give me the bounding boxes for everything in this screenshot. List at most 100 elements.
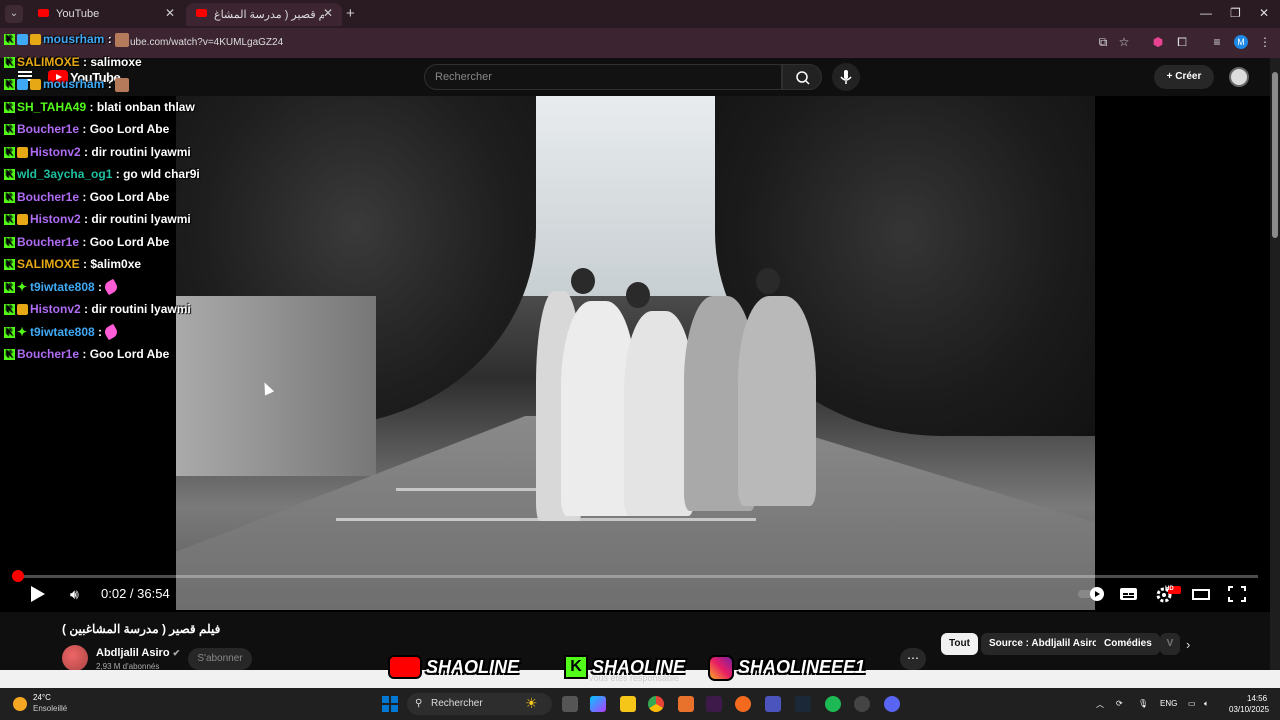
chat-username[interactable]: Histonv2 xyxy=(30,212,81,226)
play-icon[interactable] xyxy=(31,586,45,602)
subscriber-badge-icon xyxy=(17,146,28,158)
sync-icon[interactable]: ⟳ xyxy=(1116,699,1123,708)
chat-separator: : xyxy=(79,54,91,69)
speaker-icon[interactable]: 🔈︎ xyxy=(1204,699,1209,709)
chat-separator: : xyxy=(86,99,97,114)
close-tab-icon[interactable]: ✕ xyxy=(165,6,175,20)
video-frame[interactable] xyxy=(176,96,1095,610)
file-explorer-icon[interactable] xyxy=(620,696,636,712)
new-tab-icon[interactable]: + xyxy=(346,5,355,22)
chat-text: Goo Lord Abe xyxy=(89,234,170,249)
fullscreen-icon[interactable] xyxy=(1228,586,1248,602)
minimize-icon[interactable]: — xyxy=(1200,6,1212,20)
instagram-handle: SHAOLINEEE1 xyxy=(738,657,866,677)
create-button[interactable]: + Créer xyxy=(1154,65,1214,89)
task-view-icon[interactable] xyxy=(562,696,578,712)
chat-username[interactable]: Boucher1e xyxy=(17,122,79,136)
chat-username[interactable]: Boucher1e xyxy=(17,190,79,204)
close-tab-icon[interactable]: ✕ xyxy=(323,6,333,20)
app-hub-icon[interactable] xyxy=(854,696,870,712)
chat-username[interactable]: Histonv2 xyxy=(30,145,81,159)
discord-icon[interactable] xyxy=(884,696,900,712)
chat-emote-icon xyxy=(115,32,130,47)
sun-weather-icon[interactable] xyxy=(13,697,27,711)
browser-profile-avatar[interactable]: M xyxy=(1234,35,1248,49)
verified-check-icon: ✔ xyxy=(172,648,181,658)
chrome-icon[interactable] xyxy=(648,696,664,712)
chip-next[interactable]: V xyxy=(1160,633,1180,655)
restore-icon[interactable]: ❐ xyxy=(1230,6,1241,20)
tab-search-icon[interactable]: ⌄ xyxy=(5,5,23,23)
chat-username[interactable]: mousrham xyxy=(43,32,104,46)
voice-search-button[interactable] xyxy=(832,63,860,91)
search-input[interactable]: Rechercher xyxy=(424,64,782,90)
chat-username[interactable]: SALIMOXE xyxy=(17,257,80,271)
autoplay-toggle-icon[interactable] xyxy=(1078,586,1104,602)
chat-username[interactable]: wld_3aycha_og1 xyxy=(17,167,112,181)
spotify-icon[interactable] xyxy=(825,696,841,712)
app-v-icon[interactable] xyxy=(706,696,722,712)
browser-menu-icon[interactable]: ⋮ xyxy=(1258,35,1272,49)
chat-username[interactable]: SALIMOXE xyxy=(17,55,80,69)
scrollbar-thumb[interactable] xyxy=(1272,72,1278,238)
app-a-icon[interactable] xyxy=(678,696,694,712)
channel-avatar[interactable] xyxy=(62,645,88,671)
kick-badge-icon: K xyxy=(4,326,15,338)
chat-separator: : xyxy=(80,302,92,316)
chat-username[interactable]: t9iwtate808 xyxy=(30,280,95,294)
chip-comedies[interactable]: Comédies xyxy=(1096,633,1160,655)
clock-time[interactable]: 14:56 xyxy=(1247,694,1267,703)
channel-name[interactable]: Abdljalil Asiro ✔ xyxy=(96,647,180,659)
chip-source[interactable]: Source : Abdljalil Asiro xyxy=(981,633,1107,655)
more-actions-button[interactable]: ⋯ xyxy=(900,648,926,670)
bookmark-star-icon[interactable]: ☆ xyxy=(1117,35,1131,49)
brave-icon[interactable] xyxy=(735,696,751,712)
chat-username[interactable]: SH_TAHA49 xyxy=(17,100,86,114)
media-control-icon[interactable]: ≡ xyxy=(1210,35,1224,49)
tab-youtube[interactable]: YouTube ✕ xyxy=(28,3,184,26)
chat-message: K ✦ t9iwtate808 : xyxy=(4,279,120,300)
teams-icon[interactable] xyxy=(765,696,781,712)
verified-badge-icon xyxy=(17,79,28,91)
close-window-icon[interactable]: ✕ xyxy=(1259,6,1269,20)
create-label: Créer xyxy=(1175,71,1202,82)
account-avatar[interactable] xyxy=(1229,67,1249,87)
url-field[interactable]: ube.com/watch?v=4KUMLgaGZ24 xyxy=(130,37,283,48)
plus-icon: + xyxy=(1166,71,1176,82)
chat-username[interactable]: t9iwtate808 xyxy=(30,325,95,339)
tray-chevron-icon[interactable]: ︿ xyxy=(1096,699,1104,710)
extensions-puzzle-icon[interactable]: ⧠ xyxy=(1175,35,1189,49)
search-button[interactable] xyxy=(782,64,822,90)
language-indicator[interactable]: ENG xyxy=(1160,699,1177,708)
chip-all[interactable]: Tout xyxy=(941,633,978,655)
chat-separator: : xyxy=(79,347,90,361)
youtube-favicon-icon xyxy=(38,9,49,17)
gifter-badge-icon: ✦ xyxy=(17,279,28,294)
chat-username[interactable]: Boucher1e xyxy=(17,347,79,361)
tray-mic-icon[interactable]: 🎙︎ xyxy=(1138,699,1148,708)
chat-message: K Boucher1e : Goo Lord Abe xyxy=(4,190,169,210)
clock-date[interactable]: 03/10/2025 xyxy=(1229,705,1269,714)
taskbar-search[interactable]: ⚲ Rechercher ☀ xyxy=(407,693,552,715)
steam-icon[interactable] xyxy=(795,696,811,712)
subtitles-icon[interactable] xyxy=(1119,586,1139,602)
copilot-icon[interactable] xyxy=(590,696,606,712)
subscribe-button[interactable]: S'abonner xyxy=(188,648,252,670)
chat-separator: : xyxy=(79,122,90,136)
progress-scrubber[interactable] xyxy=(12,570,24,582)
theater-mode-icon[interactable] xyxy=(1192,586,1212,602)
progress-bar[interactable] xyxy=(18,575,1258,578)
windows-start-icon[interactable] xyxy=(382,696,398,712)
chat-username[interactable]: Histonv2 xyxy=(30,302,81,316)
chat-text: Goo Lord Abe xyxy=(89,122,170,136)
chat-message: K Histonv2 : dir routini lyawmi xyxy=(4,212,191,232)
chat-username[interactable]: mousrham xyxy=(43,77,104,91)
volume-icon[interactable]: 🔊︎ xyxy=(70,586,88,602)
install-app-icon[interactable]: ⧉ xyxy=(1096,35,1110,49)
chat-username[interactable]: Boucher1e xyxy=(17,235,79,249)
network-icon[interactable]: ▭ xyxy=(1188,699,1196,708)
search-icon: ⚲ xyxy=(415,698,423,709)
tab-video[interactable]: فيلم قصير ( مدرسة المشاغ... ✕ xyxy=(186,3,342,26)
extension-shield-icon[interactable]: ⬢ xyxy=(1151,35,1165,49)
chevron-right-icon[interactable]: › xyxy=(1186,637,1190,652)
